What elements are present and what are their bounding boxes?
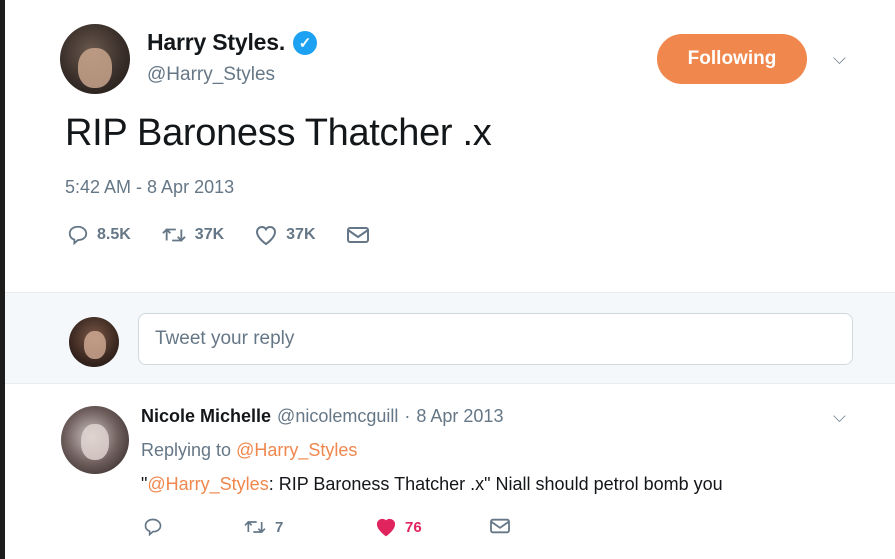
envelope-icon — [346, 227, 369, 243]
retweet-action[interactable]: 7 — [243, 517, 283, 537]
direct-message-action[interactable] — [489, 517, 511, 535]
quote-text: : RIP Baroness Thatcher .x" Niall should… — [268, 474, 723, 494]
replying-to-label: Replying to — [141, 440, 232, 460]
reply-icon — [68, 225, 88, 246]
author-handle[interactable]: @Harry_Styles — [147, 64, 275, 86]
reply-handle[interactable]: @nicolemcguill — [277, 406, 398, 427]
like-action[interactable]: 37K — [254, 224, 316, 246]
reply-icon — [144, 518, 162, 537]
like-count: 37K — [286, 226, 316, 243]
separator-dot: · — [404, 406, 411, 426]
reply-date[interactable]: 8 Apr 2013 — [416, 406, 503, 427]
author-name-row: Harry Styles. ✓ — [147, 29, 318, 56]
heart-icon — [376, 518, 396, 537]
author-display-name[interactable]: Harry Styles. — [147, 29, 285, 56]
like-action[interactable]: 76 — [375, 517, 422, 537]
avatar[interactable] — [61, 406, 129, 474]
reply-author-row: Nicole Michelle @nicolemcguill · 8 Apr 2… — [141, 406, 503, 427]
tweet-timestamp[interactable]: 5:42 AM - 8 Apr 2013 — [65, 177, 234, 198]
tweet-actions: 8.5K 37K 37K — [67, 224, 400, 246]
reply-actions: 7 76 — [143, 517, 523, 541]
reply-count: 8.5K — [97, 226, 131, 243]
like-count: 76 — [405, 518, 422, 536]
reply-action[interactable] — [143, 517, 163, 537]
retweet-icon — [162, 228, 186, 242]
chevron-down-icon[interactable]: ⌵ — [833, 407, 846, 427]
retweet-action[interactable]: 37K — [161, 224, 224, 246]
reply-display-name[interactable]: Nicole Michelle — [141, 406, 271, 427]
avatar — [69, 317, 119, 367]
main-tweet: Harry Styles. ✓ @Harry_Styles Following … — [5, 0, 895, 290]
quote-mention[interactable]: @Harry_Styles — [147, 474, 268, 494]
retweet-icon — [244, 520, 266, 534]
chevron-down-icon[interactable]: ⌵ — [833, 49, 846, 69]
direct-message-action[interactable] — [346, 225, 370, 245]
verified-badge-icon: ✓ — [293, 30, 318, 55]
tweet-text: RIP Baroness Thatcher .x — [65, 112, 492, 154]
replying-to-line: Replying to @Harry_Styles — [141, 440, 357, 461]
reply-tweet: Nicole Michelle @nicolemcguill · 8 Apr 2… — [5, 385, 895, 559]
retweet-count: 37K — [194, 226, 225, 243]
retweet-count: 7 — [275, 518, 284, 536]
reply-composer — [5, 292, 895, 384]
reply-text: "@Harry_Styles: RIP Baroness Thatcher .x… — [141, 474, 723, 495]
envelope-icon — [490, 518, 510, 534]
reply-input[interactable] — [138, 313, 853, 365]
following-button[interactable]: Following — [657, 34, 807, 84]
avatar[interactable] — [60, 24, 130, 94]
reply-action[interactable]: 8.5K — [67, 224, 131, 246]
heart-icon — [256, 225, 277, 246]
replying-to-mention[interactable]: @Harry_Styles — [236, 440, 357, 460]
